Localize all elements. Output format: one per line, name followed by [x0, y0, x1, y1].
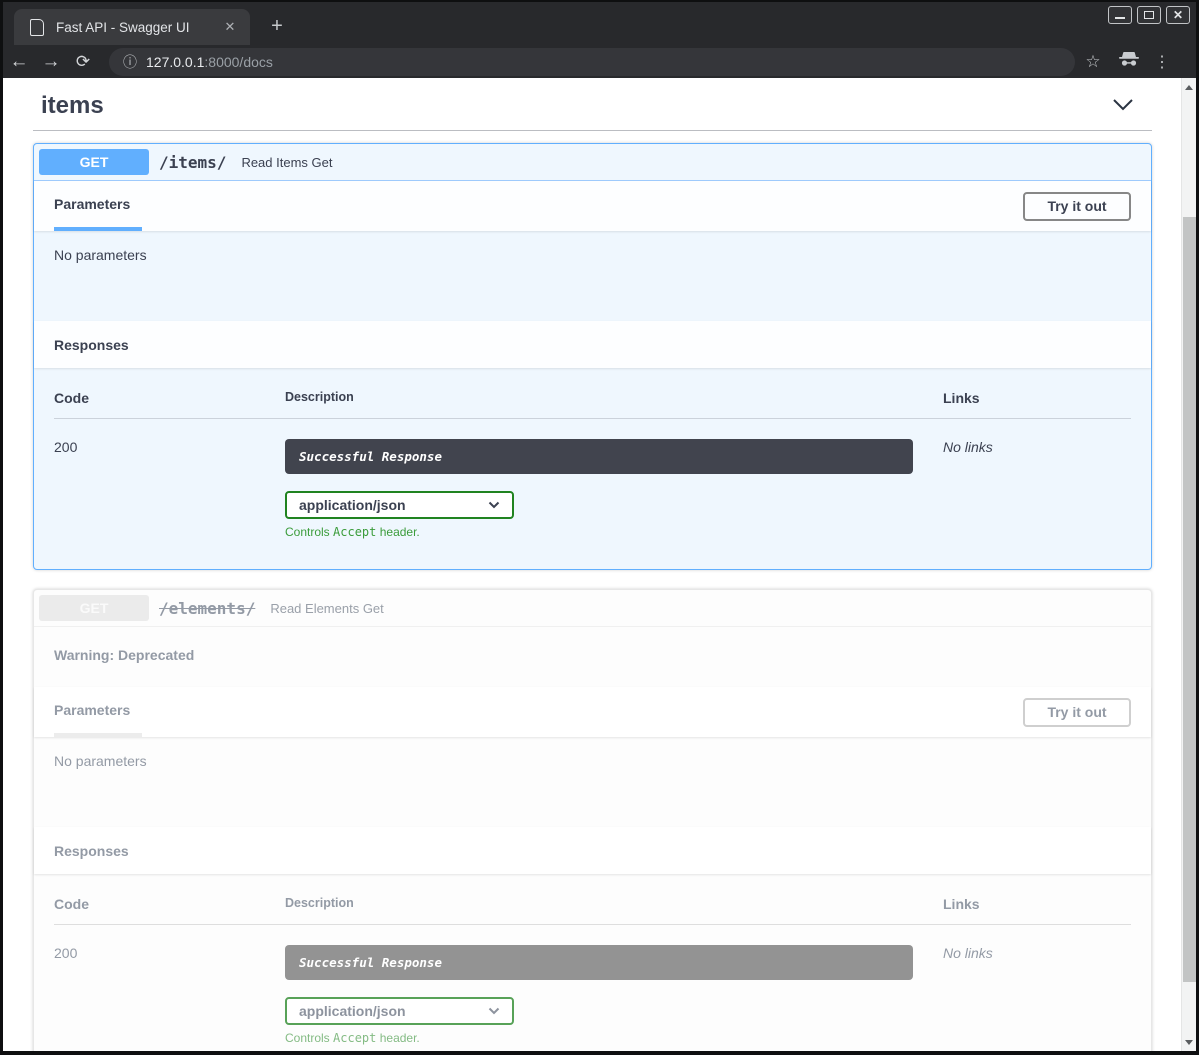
endpoint-path: /elements/ [159, 599, 255, 618]
endpoint-path: /items/ [159, 153, 226, 172]
bookmark-star-icon[interactable]: ☆ [1075, 52, 1111, 72]
responses-header: Responses [34, 321, 1151, 368]
accept-header-note: Controls Accept header. [285, 525, 913, 539]
parameters-header: Parameters Try it out [34, 687, 1151, 737]
reload-button[interactable]: ⟳ [67, 52, 99, 72]
accept-header-note: Controls Accept header. [285, 1031, 913, 1045]
responses-table: Code Description Links 200 Successful Re… [54, 390, 1131, 539]
minimize-icon [1115, 17, 1125, 19]
response-row: 200 Successful Response application/json… [54, 925, 1131, 1045]
media-type-value: application/json [299, 1003, 488, 1019]
responses-title: Responses [54, 337, 129, 353]
note-suffix: header. [376, 525, 419, 539]
media-type-value: application/json [299, 497, 488, 513]
media-type-select[interactable]: application/json [285, 997, 514, 1025]
method-badge: GET [39, 149, 149, 175]
col-header-description: Description [285, 390, 943, 406]
deprecated-warning: Warning: Deprecated [34, 627, 1151, 687]
swagger-page: items GET /items/ Read Items Get Paramet… [3, 78, 1196, 1051]
opblock-summary[interactable]: GET /items/ Read Items Get [34, 144, 1151, 181]
parameters-body: No parameters [34, 231, 1151, 321]
note-prefix: Controls [285, 525, 333, 539]
opblock-get-items: GET /items/ Read Items Get Parameters Tr… [33, 143, 1152, 570]
tab-close-icon[interactable]: ✕ [220, 17, 240, 37]
scrollbar-up-arrow-icon[interactable] [1182, 80, 1196, 94]
url-path: :8000/docs [204, 54, 273, 70]
endpoint-summary: Read Elements Get [270, 601, 383, 616]
opblock-get-elements-deprecated: GET /elements/ Read Elements Get Warning… [33, 589, 1152, 1051]
no-parameters-text: No parameters [54, 247, 147, 263]
maximize-button[interactable] [1137, 6, 1161, 24]
tab-parameters: Parameters [54, 181, 142, 231]
col-header-code: Code [54, 896, 285, 912]
url-text: 127.0.0.1:8000/docs [146, 54, 273, 70]
responses-body: Code Description Links 200 Successful Re… [34, 368, 1151, 569]
col-header-links: Links [943, 896, 1131, 912]
address-bar: ← → ⟳ ⓘ 127.0.0.1:8000/docs ☆ ⋮ [3, 45, 1196, 78]
minimize-button[interactable] [1108, 6, 1132, 24]
response-description-cell: Successful Response application/json Con… [285, 439, 943, 539]
tab-parameters: Parameters [54, 687, 142, 737]
parameters-header: Parameters Try it out [34, 181, 1151, 231]
opblock-summary[interactable]: GET /elements/ Read Elements Get [34, 590, 1151, 627]
scrollbar-thumb[interactable] [1183, 217, 1196, 982]
scrollbar-down-arrow-icon[interactable] [1182, 1035, 1196, 1049]
response-links: No links [943, 945, 1131, 1045]
browser-tab[interactable]: Fast API - Swagger UI ✕ [14, 9, 250, 45]
endpoint-summary: Read Items Get [241, 155, 332, 170]
responses-table: Code Description Links 200 Successful Re… [54, 896, 1131, 1045]
select-chevron-down-icon [488, 501, 500, 509]
select-chevron-down-icon [488, 1007, 500, 1015]
responses-table-header: Code Description Links [54, 896, 1131, 925]
browser-window: Fast API - Swagger UI ✕ + ✕ ← → ⟳ ⓘ 127.… [0, 0, 1199, 1055]
note-accept-code: Accept [333, 525, 376, 539]
parameters-body: No parameters [34, 737, 1151, 827]
page-favicon-icon [30, 19, 44, 36]
incognito-icon [1111, 51, 1147, 72]
close-window-button[interactable]: ✕ [1166, 6, 1190, 24]
response-code: 200 [54, 945, 285, 1045]
try-it-out-button[interactable]: Try it out [1023, 192, 1131, 221]
tag-section-header[interactable]: items [33, 88, 1152, 131]
tag-title: items [41, 92, 104, 120]
url-host: 127.0.0.1 [146, 54, 204, 70]
responses-title: Responses [54, 843, 129, 859]
window-controls: ✕ [1108, 6, 1190, 24]
response-links: No links [943, 439, 1131, 539]
url-field[interactable]: ⓘ 127.0.0.1:8000/docs [109, 48, 1075, 76]
collapse-chevron-down-icon[interactable] [1112, 97, 1134, 116]
responses-table-header: Code Description Links [54, 390, 1131, 419]
no-parameters-text: No parameters [54, 753, 147, 769]
response-description-box: Successful Response [285, 439, 913, 474]
response-description-cell: Successful Response application/json Con… [285, 945, 943, 1045]
col-header-code: Code [54, 390, 285, 406]
responses-header: Responses [34, 827, 1151, 874]
site-info-icon[interactable]: ⓘ [123, 52, 137, 72]
tab-title: Fast API - Swagger UI [56, 20, 220, 35]
forward-button[interactable]: → [35, 51, 67, 73]
media-type-select[interactable]: application/json [285, 491, 514, 519]
browser-chrome: Fast API - Swagger UI ✕ + ✕ ← → ⟳ ⓘ 127.… [3, 2, 1196, 78]
back-button[interactable]: ← [3, 51, 35, 73]
method-badge: GET [39, 595, 149, 621]
browser-menu-icon[interactable]: ⋮ [1147, 52, 1177, 72]
response-row: 200 Successful Response application/json… [54, 419, 1131, 539]
new-tab-button[interactable]: + [265, 15, 289, 39]
response-description-box: Successful Response [285, 945, 913, 980]
note-suffix: header. [376, 1031, 419, 1045]
note-accept-code: Accept [333, 1031, 376, 1045]
page-scrollbar[interactable] [1181, 78, 1196, 1051]
swagger-content: items GET /items/ Read Items Get Paramet… [3, 78, 1181, 1051]
close-icon: ✕ [1173, 9, 1183, 21]
col-header-links: Links [943, 390, 1131, 406]
try-it-out-button[interactable]: Try it out [1023, 698, 1131, 727]
responses-body: Code Description Links 200 Successful Re… [34, 874, 1151, 1051]
col-header-description: Description [285, 896, 943, 912]
response-code: 200 [54, 439, 285, 539]
maximize-icon [1144, 11, 1154, 19]
tab-strip: Fast API - Swagger UI ✕ + ✕ [3, 2, 1196, 45]
note-prefix: Controls [285, 1031, 333, 1045]
